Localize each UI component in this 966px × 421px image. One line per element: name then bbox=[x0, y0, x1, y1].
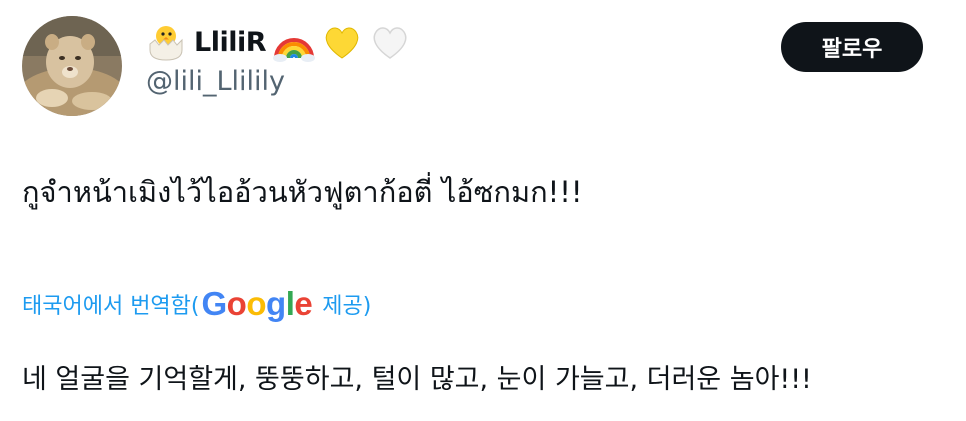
white-heart-icon bbox=[368, 20, 412, 64]
rainbow-icon bbox=[272, 20, 316, 64]
hatching-chick-icon bbox=[144, 20, 188, 64]
avatar[interactable] bbox=[22, 16, 122, 116]
user-name-row[interactable]: LliliR bbox=[144, 16, 412, 68]
user-handle[interactable]: @lili_Llilily bbox=[146, 66, 285, 97]
display-name[interactable]: LliliR bbox=[194, 27, 267, 58]
translation-suffix: 제공) bbox=[322, 294, 372, 319]
translation-attribution[interactable]: 태국어에서 번역함( Google 제공) bbox=[22, 282, 371, 326]
google-logo: Google bbox=[201, 285, 313, 322]
translation-prefix: 태국어에서 번역함( bbox=[22, 294, 200, 319]
follow-button[interactable]: 팔로우 bbox=[781, 22, 923, 72]
tweet-text: กูจำหน้าเมิงไว้ไออ้วนหัวฟูตาก้อตี่ ไอ้ซก… bbox=[22, 175, 583, 209]
yellow-heart-icon bbox=[320, 20, 364, 64]
translated-text: 네 얼굴을 기억할게, 뚱뚱하고, 털이 많고, 눈이 가늘고, 더러운 놈아!… bbox=[22, 364, 812, 395]
